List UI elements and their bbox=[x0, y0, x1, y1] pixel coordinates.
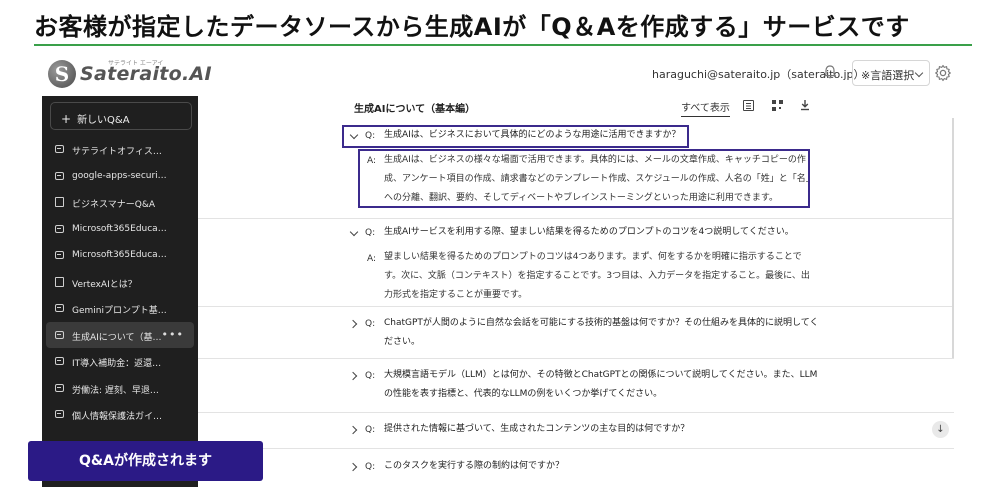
new-qa-button[interactable]: + 新しいQ&A bbox=[50, 102, 192, 130]
answer-text: 望ましい結果を得るためのプロンプトのコツは4つあります。まず、何をするかを明確に… bbox=[384, 248, 810, 305]
sidebar-item-label: google-apps-securi… bbox=[72, 170, 167, 181]
sidebar-item-label: 個人情報保護法ガイ… bbox=[72, 412, 163, 422]
logo-mark: S bbox=[48, 60, 76, 88]
sidebar-item[interactable]: IT導入補助金：返還… bbox=[46, 348, 194, 375]
chevron-right-icon[interactable] bbox=[348, 462, 358, 472]
show-all-tab[interactable]: すべて表示 bbox=[681, 99, 730, 117]
sidebar-item-label: ビジネスマナーQ&A bbox=[72, 200, 155, 210]
chat-icon bbox=[55, 330, 64, 339]
question-tag: Q: bbox=[365, 371, 376, 381]
sidebar-item-label: IT導入補助金：返還… bbox=[72, 359, 162, 369]
chevron-right-icon[interactable] bbox=[348, 425, 358, 435]
answer-line: 力形式を指定することが重要です。 bbox=[384, 290, 528, 300]
sidebar-item-label: 労働法: 遅刻、早退… bbox=[72, 385, 159, 396]
sidebar-item-label: Microsoft365Educa… bbox=[72, 223, 167, 234]
new-qa-label: 新しいQ&A bbox=[77, 115, 130, 126]
main-header: 生成AIについて（基本編） すべて表示 bbox=[198, 96, 958, 118]
slide-headline: お客様が指定したデータソースから生成AIが「Q＆Aを作成する」サービスです bbox=[0, 0, 1000, 46]
sidebar-item-label: Microsoft365Educa… bbox=[72, 250, 167, 260]
page-title: 生成AIについて（基本編） bbox=[354, 104, 476, 115]
sidebar: + 新しいQ&A サテライトオフィス… google-apps-securi… ビ… bbox=[42, 96, 198, 487]
qa-item[interactable]: Q: 大規模言語モデル（LLM）とは何か、その特徴とChatGPTとの関係につい… bbox=[198, 358, 954, 412]
language-select-label: ※言語選択 bbox=[861, 69, 915, 82]
question-text[interactable]: 大規模言語モデル（LLM）とは何か、その特徴とChatGPTとの関係について説明… bbox=[384, 366, 817, 404]
scroll-down-icon[interactable]: ↓ bbox=[932, 421, 949, 438]
document-icon bbox=[55, 197, 64, 207]
sidebar-item-label: VertexAIとは？ bbox=[72, 279, 137, 290]
answer-tag: A: bbox=[367, 254, 377, 264]
document-icon bbox=[55, 276, 64, 287]
bell-icon[interactable] bbox=[822, 64, 838, 80]
chat-icon bbox=[55, 357, 64, 365]
sidebar-item[interactable]: Microsoft365Educa… bbox=[46, 242, 194, 269]
sidebar-item[interactable]: ビジネスマナーQ&A bbox=[46, 189, 194, 216]
question-line: ださい。 bbox=[384, 337, 421, 347]
download-icon[interactable] bbox=[800, 99, 810, 111]
chevron-down-icon bbox=[914, 68, 924, 78]
chat-icon bbox=[55, 224, 64, 233]
sidebar-item[interactable]: Geminiプロンプト基… bbox=[46, 295, 194, 322]
qa-item: Q: 生成AIサービスを利用する際、望ましい結果を得るためのプロンプトのコツを4… bbox=[198, 218, 954, 306]
qr-code-icon[interactable] bbox=[772, 100, 783, 111]
answer-highlight-box bbox=[358, 149, 810, 208]
qa-item[interactable]: Q: ChatGPTが人間のように自然な会話を可能にする技術的基盤は何ですか？そ… bbox=[198, 306, 954, 358]
app-topbar: S サテライト エーアイ Sateraito.AI haraguchi@sate… bbox=[42, 52, 958, 96]
chat-icon bbox=[55, 410, 64, 418]
chat-icon bbox=[55, 251, 64, 259]
sidebar-item[interactable]: Microsoft365Educa… bbox=[46, 216, 194, 243]
question-highlight-box bbox=[342, 125, 689, 148]
chat-icon bbox=[55, 171, 64, 180]
question-text[interactable]: 生成AIサービスを利用する際、望ましい結果を得るためのプロンプトのコツを4つ説明… bbox=[384, 223, 794, 242]
callout-banner: Q&Aが作成されます bbox=[28, 441, 263, 481]
language-select[interactable]: ※言語選択 bbox=[852, 60, 930, 86]
question-line: ChatGPTが人間のように自然な会話を可能にする技術的基盤は何ですか？その仕組… bbox=[384, 318, 819, 328]
chevron-right-icon[interactable] bbox=[348, 371, 358, 381]
question-text[interactable]: ChatGPTが人間のように自然な会話を可能にする技術的基盤は何ですか？その仕組… bbox=[384, 314, 818, 352]
list-view-icon[interactable] bbox=[743, 100, 754, 111]
sidebar-item-label: サテライトオフィス… bbox=[72, 147, 162, 157]
sidebar-item-label: Geminiプロンプト基… bbox=[72, 306, 167, 316]
sidebar-item[interactable]: サテライトオフィス… bbox=[46, 136, 194, 163]
sidebar-item[interactable]: google-apps-securi… bbox=[46, 163, 194, 190]
chevron-right-icon[interactable] bbox=[348, 319, 358, 329]
chat-icon bbox=[55, 145, 64, 153]
question-tag: Q: bbox=[365, 462, 376, 472]
question-text[interactable]: 提供された情報に基づいて、生成されたコンテンツの主な目的は何ですか？ bbox=[384, 420, 689, 439]
answer-line: す。次に、文脈（コンテキスト）を指定することです。3つ目は、入力データを指定する… bbox=[384, 271, 810, 281]
chevron-down-icon[interactable] bbox=[349, 227, 359, 237]
answer-line: 望ましい結果を得るためのプロンプトのコツは4つあります。まず、何をするかを明確に… bbox=[384, 252, 802, 262]
headline-text: お客様が指定したデータソースから生成AIが「Q＆Aを作成する」サービスです bbox=[34, 13, 910, 41]
gear-icon[interactable] bbox=[934, 64, 952, 82]
qa-item[interactable]: Q: 提供された情報に基づいて、生成されたコンテンツの主な目的は何ですか？ bbox=[198, 412, 954, 448]
question-tag: Q: bbox=[365, 228, 376, 238]
chat-icon bbox=[55, 304, 64, 312]
chat-icon bbox=[55, 383, 64, 392]
question-line: の性能を表す指標と、代表的なLLMの例をいくつか挙げてください。 bbox=[384, 389, 663, 399]
sidebar-item[interactable]: VertexAIとは？ bbox=[46, 269, 194, 296]
logo-ruby: サテライト エーアイ bbox=[108, 60, 164, 67]
qa-list: Q: 生成AIは、ビジネスにおいて具体的にどのような用途に活用できますか？ A:… bbox=[198, 118, 958, 487]
sidebar-item[interactable]: 労働法: 遅刻、早退… bbox=[46, 375, 194, 402]
plus-icon: + bbox=[61, 112, 72, 126]
sidebar-history-list: サテライトオフィス… google-apps-securi… ビジネスマナーQ&… bbox=[46, 136, 194, 428]
sidebar-item-active[interactable]: 生成AIについて（基… ••• bbox=[46, 321, 194, 348]
sidebar-item[interactable]: 個人情報保護法ガイ… bbox=[46, 401, 194, 428]
more-options-icon[interactable]: ••• bbox=[162, 328, 184, 341]
logo-suffix: .AI bbox=[182, 63, 212, 85]
question-text[interactable]: このタスクを実行する際の制約は何ですか？ bbox=[384, 457, 564, 476]
question-tag: Q: bbox=[365, 425, 376, 435]
question-tag: Q: bbox=[365, 319, 376, 329]
sidebar-item-label: 生成AIについて（基… bbox=[72, 332, 162, 343]
logo-wordmark: サテライト エーアイ Sateraito.AI bbox=[80, 60, 212, 85]
qa-item[interactable]: Q: このタスクを実行する際の制約は何ですか？ bbox=[198, 448, 954, 487]
headline-divider bbox=[34, 44, 972, 46]
question-line: 大規模言語モデル（LLM）とは何か、その特徴とChatGPTとの関係について説明… bbox=[384, 370, 818, 380]
scrollbar[interactable] bbox=[952, 118, 954, 358]
sateraito-ai-logo[interactable]: S サテライト エーアイ Sateraito.AI bbox=[48, 58, 212, 90]
